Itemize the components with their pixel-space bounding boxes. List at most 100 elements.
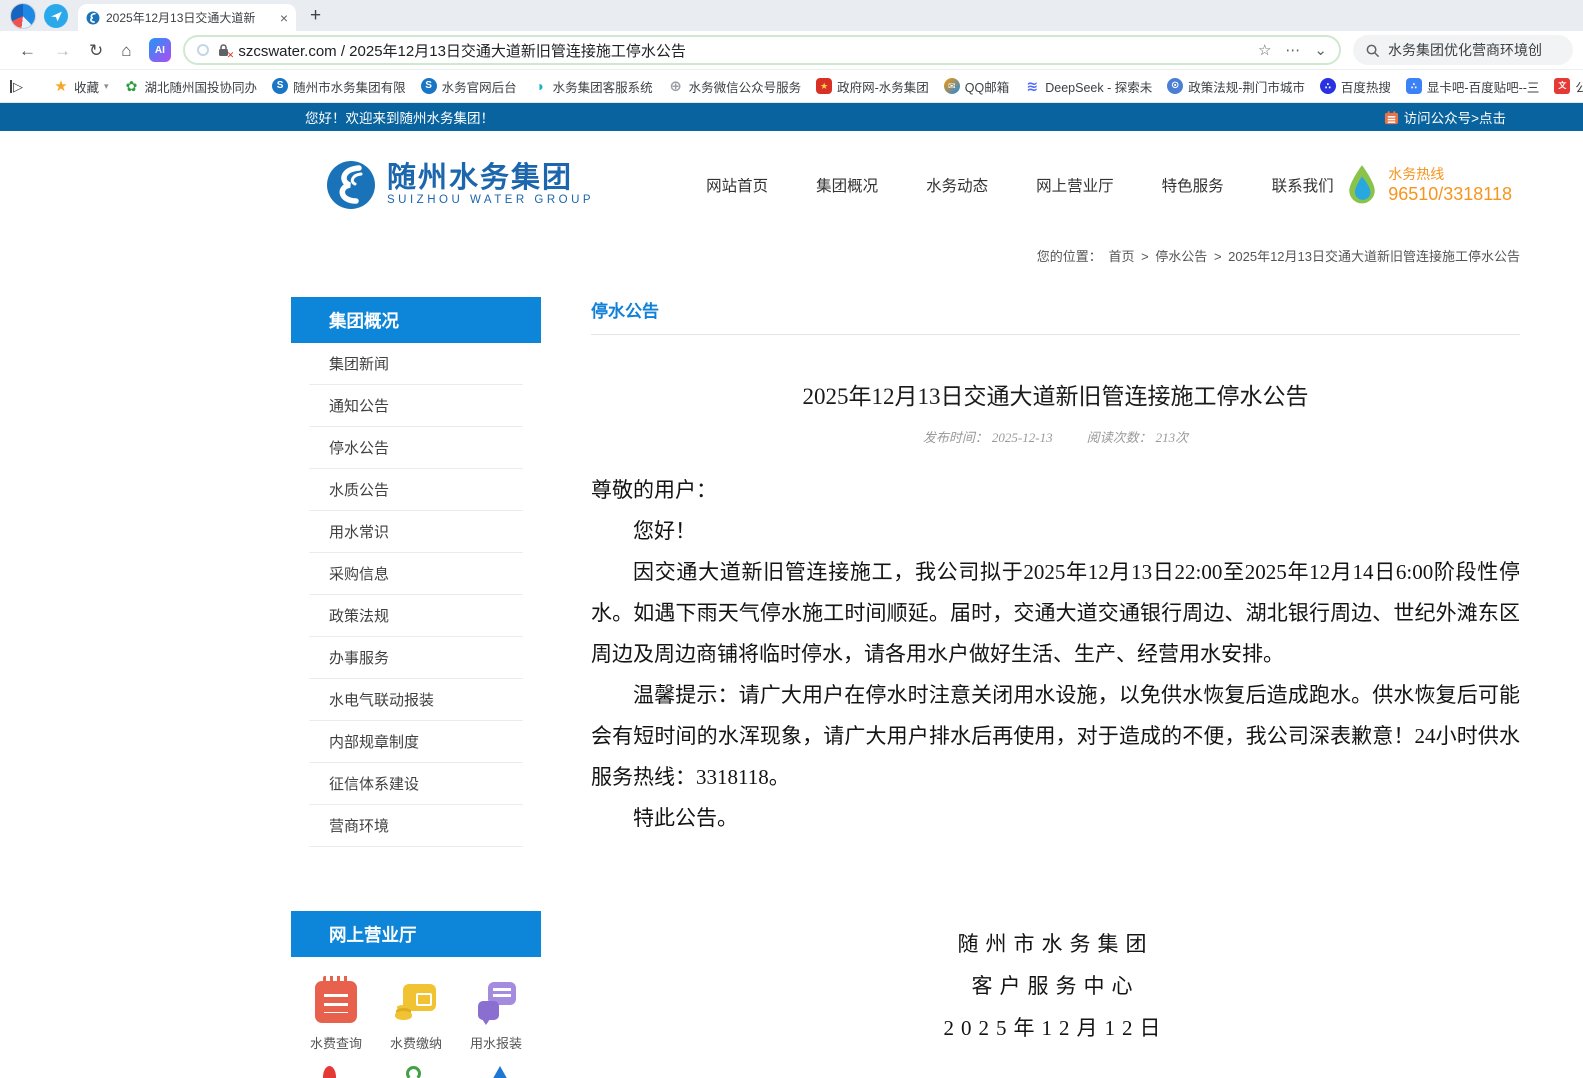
chat-bubbles-icon — [475, 981, 517, 1023]
service-item-fee-query[interactable]: 水费查询 — [301, 981, 371, 1052]
bookmark-item-favorites[interactable]: ★ 收藏 ▾ — [53, 77, 109, 96]
triangle-icon[interactable] — [491, 1066, 509, 1078]
bookmark-item[interactable]: S随州市水务集团有限 — [272, 77, 406, 96]
browser-tab[interactable]: 2025年12月13日交通大道新 × — [78, 4, 296, 31]
bookmark-label: 政策法规-荆门市城市 — [1188, 77, 1305, 96]
tab-title: 2025年12月13日交通大道新 — [106, 9, 274, 26]
breadcrumb-separator: > — [1141, 249, 1149, 264]
bookmark-item[interactable]: ✿湖北随州国投协同办 — [124, 77, 258, 96]
new-tab-button[interactable]: + — [310, 5, 321, 27]
service-label: 水费查询 — [301, 1033, 371, 1052]
nav-item-online-hall[interactable]: 网上营业厅 — [1036, 174, 1114, 196]
forward-button[interactable]: → — [54, 42, 71, 59]
publish-date: 2025-12-13 — [992, 430, 1053, 445]
bookmark-label: 收藏 — [74, 77, 99, 96]
tieba-icon: ∴ — [1406, 78, 1422, 94]
sidebar-item-policies[interactable]: 政策法规 — [309, 595, 523, 637]
bookmark-item[interactable]: S水务官网后台 — [421, 77, 517, 96]
main-content: 停水公告 2025年12月13日交通大道新旧管连接施工停水公告 发布时间：202… — [591, 297, 1520, 1078]
sidebar-section-title-overview[interactable]: 集团概况 — [291, 297, 541, 343]
messenger-icon[interactable] — [44, 4, 68, 28]
bookmark-label: DeepSeek - 探索未 — [1045, 77, 1152, 96]
service-grid-partial — [291, 1060, 541, 1078]
bookmark-item[interactable]: ★政府网-水务集团 — [816, 77, 929, 96]
bookmark-star-icon[interactable]: ☆ — [1258, 41, 1271, 59]
nav-item-featured-services[interactable]: 特色服务 — [1162, 174, 1224, 196]
side-panel-toggle-icon[interactable]: ▷ — [10, 80, 23, 93]
article-meta: 发布时间：2025-12-13阅读次数：213次 — [591, 427, 1520, 446]
official-account-link[interactable]: 访问公众号>点击 — [1384, 107, 1506, 127]
sidebar-item-procurement[interactable]: 采购信息 — [309, 553, 523, 595]
sidebar-item-credit-system[interactable]: 征信体系建设 — [309, 763, 523, 805]
sidebar-item-water-outage[interactable]: 停水公告 — [309, 427, 523, 469]
whale-icon: ≋ — [1024, 78, 1040, 94]
sidebar-item-water-knowledge[interactable]: 用水常识 — [309, 511, 523, 553]
caret-down-icon: ▾ — [104, 81, 109, 92]
site-logo[interactable]: 随州水务集团 SUIZHOU WATER GROUP — [325, 159, 594, 211]
nav-item-water-news[interactable]: 水务动态 — [926, 174, 988, 196]
site-info-icon[interactable] — [197, 44, 209, 56]
nav-item-group-overview[interactable]: 集团概况 — [816, 174, 878, 196]
sidebar-item-services[interactable]: 办事服务 — [309, 637, 523, 679]
breadcrumb-current: 2025年12月13日交通大道新旧管连接施工停水公告 — [1228, 249, 1520, 264]
tab-favicon — [86, 11, 100, 25]
paper-plane-icon — [50, 10, 63, 23]
qr-calendar-icon — [1384, 110, 1399, 125]
bookmark-label: 水务集团客服系统 — [553, 77, 653, 96]
bookmark-item[interactable]: ⊕水务微信公众号服务 — [668, 77, 802, 96]
water-drop-icon — [1345, 163, 1379, 207]
bookmark-item[interactable]: 文公文宝 — [1554, 77, 1583, 96]
site-header: 随州水务集团 SUIZHOU WATER GROUP 网站首页 集团概况 水务动… — [291, 131, 1520, 238]
hotline-label: 水务热线 — [1388, 164, 1512, 184]
sidebar-item-internal-rules[interactable]: 内部规章制度 — [309, 721, 523, 763]
bookmark-item[interactable]: ≋ DeepSeek - 探索未 — [1024, 77, 1152, 96]
nav-item-home[interactable]: 网站首页 — [706, 174, 768, 196]
url-text[interactable]: szcswater.com / 2025年12月13日交通大道新旧管连接施工停水… — [238, 40, 1250, 61]
reload-button[interactable]: ↻ — [89, 42, 103, 59]
breadcrumb-separator: > — [1214, 249, 1222, 264]
breadcrumb-home-link[interactable]: 首页 — [1108, 249, 1134, 264]
service-item-installation[interactable]: 用水报装 — [461, 981, 531, 1052]
water-logo-icon: S — [272, 78, 288, 94]
nav-item-contact[interactable]: 联系我们 — [1272, 174, 1334, 196]
bookmark-item[interactable]: ✉QQ邮箱 — [944, 77, 1009, 96]
search-box[interactable]: 水务集团优化营商环境创 — [1353, 35, 1573, 65]
breadcrumb-prefix: 您的位置： — [1037, 249, 1102, 264]
article: 2025年12月13日交通大道新旧管连接施工停水公告 发布时间：2025-12-… — [591, 377, 1520, 1049]
address-bar[interactable]: ✕ szcswater.com / 2025年12月13日交通大道新旧管连接施工… — [183, 35, 1341, 65]
search-icon — [1365, 43, 1380, 58]
sidebar-item-group-news[interactable]: 集团新闻 — [309, 343, 523, 385]
chevron-down-icon[interactable]: ⌄ — [1314, 41, 1327, 59]
logo-subtitle: SUIZHOU WATER GROUP — [387, 194, 594, 206]
article-paragraph: 温馨提示：请广大用户在停水时注意关闭用水设施，以免供水恢复后造成跑水。供水恢复后… — [591, 675, 1520, 798]
service-item-fee-payment[interactable]: 水费缴纳 — [381, 981, 451, 1052]
sidebar-item-notices[interactable]: 通知公告 — [309, 385, 523, 427]
drop-icon[interactable] — [323, 1066, 336, 1078]
article-paragraph: 您好！ — [591, 511, 1520, 552]
tab-strip: 2025年12月13日交通大道新 × + — [0, 0, 1583, 31]
bookmark-item[interactable]: ⊙ 政策法规-荆门市城市 — [1167, 77, 1305, 96]
bookmark-item[interactable]: ∴ 显卡吧-百度贴吧--三 — [1406, 77, 1540, 96]
bookmark-item[interactable]: ◑水务集团客服系统 — [532, 77, 653, 96]
browser-logo-icon[interactable] — [10, 3, 36, 29]
back-button[interactable]: ← — [19, 42, 36, 59]
policy-icon: ⊙ — [1167, 78, 1183, 94]
tab-close-icon[interactable]: × — [280, 10, 288, 26]
globe-icon: ⊕ — [668, 78, 684, 94]
browser-toolbar: ← → ↻ ⌂ AI ✕ szcswater.com / 2025年12月13日… — [0, 31, 1583, 70]
more-icon[interactable]: ⋯ — [1285, 41, 1300, 59]
insecure-lock-icon[interactable]: ✕ — [217, 43, 230, 58]
sidebar-item-joint-installation[interactable]: 水电气联动报装 — [309, 679, 523, 721]
sidebar-item-business-env[interactable]: 营商环境 — [309, 805, 523, 847]
notepad-icon — [315, 981, 357, 1023]
bookmark-label: QQ邮箱 — [965, 77, 1009, 96]
bookmark-item[interactable]: ∴百度热搜 — [1320, 77, 1391, 96]
home-button[interactable]: ⌂ — [121, 42, 131, 59]
ring-icon[interactable] — [406, 1066, 421, 1078]
bookmark-label: 公文宝 — [1575, 77, 1583, 96]
breadcrumb-section-link[interactable]: 停水公告 — [1155, 249, 1207, 264]
ai-extension-icon[interactable]: AI — [149, 38, 172, 62]
sidebar-section-title-online-hall[interactable]: 网上营业厅 — [291, 911, 541, 957]
bookmark-label: 显卡吧-百度贴吧--三 — [1427, 77, 1540, 96]
sidebar-item-water-quality[interactable]: 水质公告 — [309, 469, 523, 511]
